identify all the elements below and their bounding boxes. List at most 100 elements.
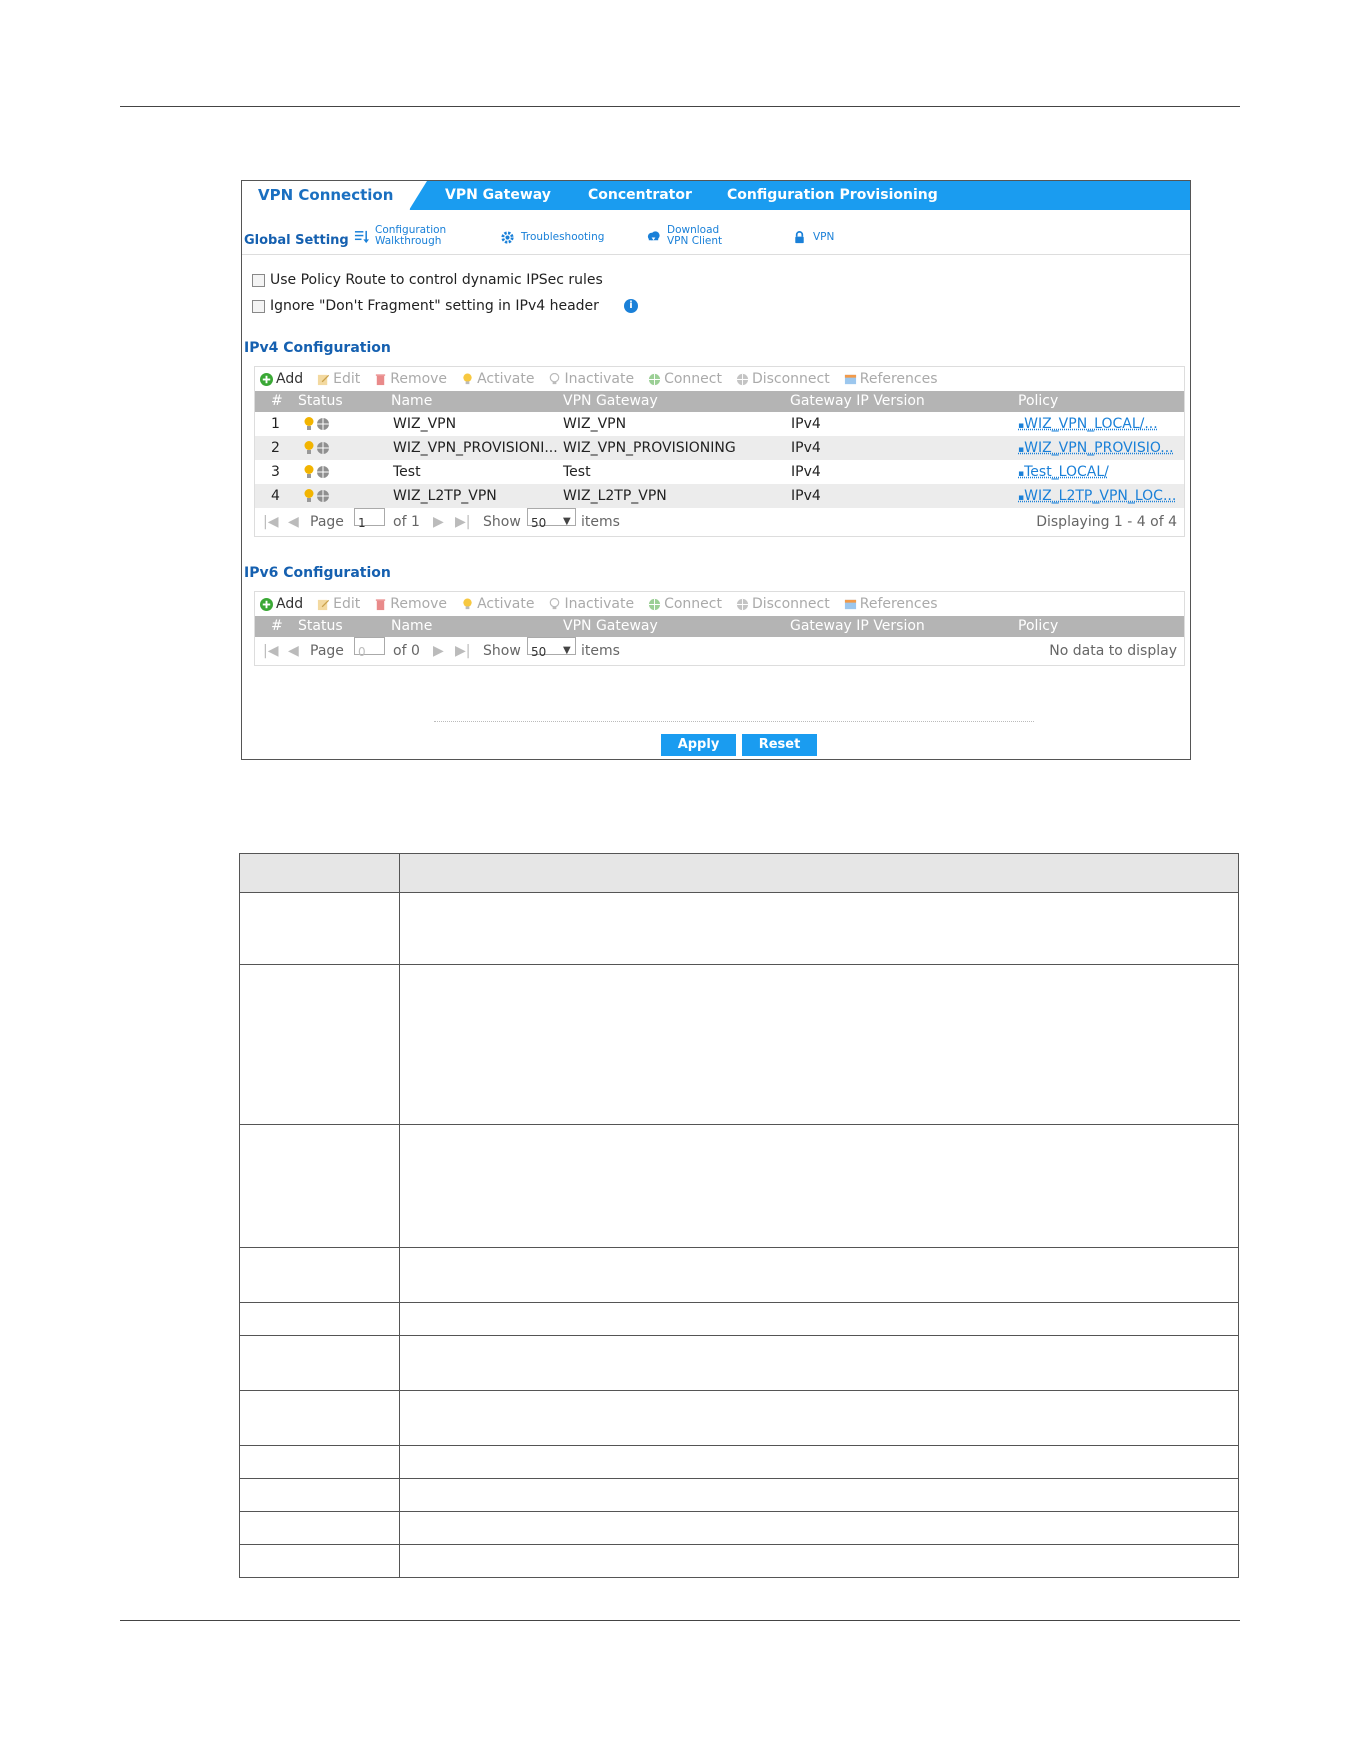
activate-label: Activate <box>477 596 535 612</box>
reset-button[interactable]: Reset <box>742 734 817 756</box>
global-setting-label: Global Setting <box>244 233 349 248</box>
dont-fragment-option: Ignore "Don't Fragment" setting in IPv4 … <box>252 298 638 314</box>
col-num: # <box>271 618 283 634</box>
col-policy[interactable]: Policy <box>1018 391 1058 412</box>
doc-table-row <box>239 1335 1239 1391</box>
table-row[interactable]: 3 Test Test IPv4 ▪Test_LOCAL/ <box>255 460 1184 484</box>
add-button[interactable]: Add <box>260 371 303 387</box>
col-policy[interactable]: Policy <box>1018 616 1058 637</box>
row-ip-version: IPv4 <box>791 416 821 432</box>
col-vpn-gateway[interactable]: VPN Gateway <box>563 616 658 637</box>
activate-button[interactable]: Activate <box>461 371 534 387</box>
first-page-icon[interactable]: |◀ <box>263 508 278 536</box>
row-policy-link[interactable]: ▪WIZ_L2TP_VPN_LOC... <box>1018 484 1176 510</box>
activate-button[interactable]: Activate <box>461 596 534 612</box>
table-row[interactable]: 4 WIZ_L2TP_VPN WIZ_L2TP_VPN IPv4 ▪WIZ_L2TP_V… <box>255 484 1184 508</box>
inactivate-button[interactable]: Inactivate <box>548 596 634 612</box>
table-row[interactable]: 1 WIZ_VPN WIZ_VPN IPv4 ▪WIZ_VPN_LOCAL/... <box>255 412 1184 436</box>
connect-button[interactable]: Connect <box>648 596 722 612</box>
col-num: # <box>271 393 283 409</box>
edit-label: Edit <box>333 371 361 387</box>
vpn-link[interactable]: VPN <box>792 230 834 245</box>
edit-button[interactable]: Edit <box>317 596 360 612</box>
status-icon <box>304 417 329 430</box>
chevron-down-icon[interactable]: ▼ <box>563 508 571 536</box>
page-input[interactable]: 1 <box>354 508 385 530</box>
ipv6-summary: No data to display <box>1049 643 1177 659</box>
tab-vpn-gateway[interactable]: VPN Gateway <box>445 181 551 210</box>
last-page-icon[interactable]: ▶| <box>455 508 470 536</box>
ipv6-panel: Add Edit Remove Activate Inactivate Conn… <box>254 591 1185 666</box>
edit-icon <box>318 599 330 610</box>
col-name[interactable]: Name <box>391 391 432 412</box>
ipv6-table-header: # Status Name VPN Gateway Gateway IP Ver… <box>255 616 1184 637</box>
configuration-walkthrough-link[interactable]: Configuration Walkthrough <box>354 225 446 247</box>
row-policy-link[interactable]: ▪WIZ_VPN_LOCAL/... <box>1018 412 1158 438</box>
col-gateway-ip-version[interactable]: Gateway IP Version <box>790 391 925 412</box>
gear-icon <box>501 231 514 244</box>
next-page-icon[interactable]: ▶ <box>433 508 444 536</box>
ipv6-toolbar: Add Edit Remove Activate Inactivate Conn… <box>255 592 1184 616</box>
inactivate-button[interactable]: Inactivate <box>548 371 634 387</box>
doc-table-row <box>239 1390 1239 1446</box>
col-status[interactable]: Status <box>298 616 343 637</box>
prev-page-icon[interactable]: ◀ <box>288 637 299 665</box>
remove-button[interactable]: Remove <box>374 596 447 612</box>
tab-bar: VPN Connection VPN Gateway Concentrator … <box>242 181 1190 210</box>
edit-label: Edit <box>333 596 361 612</box>
activate-label: Activate <box>477 371 535 387</box>
tab-configuration-provisioning[interactable]: Configuration Provisioning <box>727 181 938 210</box>
col-vpn-gateway[interactable]: VPN Gateway <box>563 391 658 412</box>
references-label: References <box>859 371 938 387</box>
page-input[interactable]: 0 <box>354 637 385 659</box>
vpn-label: VPN <box>813 231 835 243</box>
page-label: Page <box>310 514 344 530</box>
row-num: 1 <box>271 416 280 432</box>
apply-button[interactable]: Apply <box>661 734 736 756</box>
disconnect-button[interactable]: Disconnect <box>736 371 830 387</box>
policy-label: WIZ_VPN_LOCAL/... <box>1024 416 1158 432</box>
add-button[interactable]: Add <box>260 596 303 612</box>
disconnect-button[interactable]: Disconnect <box>736 596 830 612</box>
connect-icon <box>648 598 661 610</box>
bulb-off-icon <box>550 372 560 384</box>
add-label: Add <box>276 596 304 612</box>
edit-button[interactable]: Edit <box>317 371 360 387</box>
tab-concentrator[interactable]: Concentrator <box>588 181 692 210</box>
row-policy-link[interactable]: ▪Test_LOCAL/ <box>1018 460 1109 486</box>
references-button[interactable]: References <box>844 596 938 612</box>
row-ip-version: IPv4 <box>791 464 821 480</box>
edit-icon <box>318 374 330 385</box>
dont-fragment-checkbox[interactable] <box>252 299 265 313</box>
first-page-icon[interactable]: |◀ <box>263 637 278 665</box>
col-status[interactable]: Status <box>298 391 343 412</box>
disconnect-icon <box>736 373 749 385</box>
col-name[interactable]: Name <box>391 616 432 637</box>
row-policy-link[interactable]: ▪WIZ_VPN_PROVISIO... <box>1018 436 1174 462</box>
row-num: 4 <box>271 488 280 504</box>
connect-icon <box>648 373 661 385</box>
bulb-on-icon <box>463 597 472 609</box>
info-icon[interactable]: i <box>623 299 638 313</box>
remove-button[interactable]: Remove <box>374 371 447 387</box>
table-row[interactable]: 2 WIZ_VPN_PROVISIONI... WIZ_VPN_PROVISIONI… <box>255 436 1184 460</box>
tab-vpn-connection[interactable]: VPN Connection <box>242 181 428 210</box>
next-page-icon[interactable]: ▶ <box>433 637 444 665</box>
doc-table-row <box>239 964 1239 1125</box>
row-name: Test <box>393 464 421 480</box>
references-button[interactable]: References <box>844 371 938 387</box>
troubleshooting-link[interactable]: Troubleshooting <box>500 230 604 245</box>
row-name: WIZ_VPN_PROVISIONI... <box>393 440 558 456</box>
ipv4-section-title: IPv4 Configuration <box>244 340 391 356</box>
policy-route-checkbox[interactable] <box>252 273 265 287</box>
prev-page-icon[interactable]: ◀ <box>288 508 299 536</box>
last-page-icon[interactable]: ▶| <box>455 637 470 665</box>
page-label: Page <box>310 643 344 659</box>
doc-table-row <box>239 1478 1239 1512</box>
doc-table-row <box>239 892 1239 965</box>
chevron-down-icon[interactable]: ▼ <box>563 637 571 665</box>
connect-button[interactable]: Connect <box>648 371 722 387</box>
download-vpn-client-link[interactable]: Download VPN Client <box>646 225 722 247</box>
col-gateway-ip-version[interactable]: Gateway IP Version <box>790 616 925 637</box>
row-gateway: WIZ_VPN_PROVISIONING <box>563 440 736 456</box>
